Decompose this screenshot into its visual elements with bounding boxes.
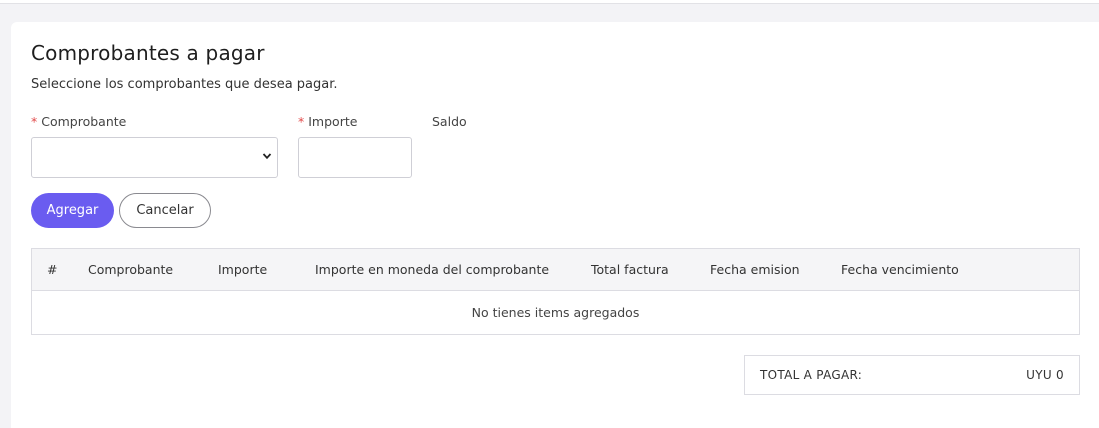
add-button[interactable]: Agregar	[31, 193, 114, 228]
importe-field-label: * Importe	[298, 114, 357, 129]
cancel-button[interactable]: Cancelar	[119, 193, 211, 228]
column-header-index: #	[47, 262, 58, 277]
importe-input[interactable]	[298, 137, 412, 178]
page-subtitle: Seleccione los comprobantes que desea pa…	[31, 77, 338, 92]
comprobante-select[interactable]	[31, 137, 278, 178]
saldo-label: Saldo	[432, 114, 467, 129]
column-header-total-factura: Total factura	[591, 262, 669, 277]
total-summary: TOTAL A PAGAR: UYU 0	[744, 355, 1080, 395]
column-header-fecha-vencimiento: Fecha vencimiento	[841, 262, 959, 277]
column-header-importe: Importe	[218, 262, 268, 277]
comprobantes-card: Comprobantes a pagar Seleccione los comp…	[11, 22, 1099, 428]
chevron-down-icon	[262, 153, 272, 160]
required-marker: *	[31, 114, 38, 129]
total-value: UYU 0	[1026, 368, 1064, 382]
comprobante-field-label: * Comprobante	[31, 114, 126, 129]
column-header-comprobante: Comprobante	[88, 262, 174, 277]
column-header-fecha-emision: Fecha emision	[710, 262, 800, 277]
total-label: TOTAL A PAGAR:	[760, 368, 863, 382]
table-empty-message: No tienes items agregados	[471, 305, 640, 320]
comprobante-label-text: Comprobante	[41, 114, 127, 129]
comprobantes-table: # Comprobante Importe Importe en moneda …	[31, 248, 1080, 335]
importe-label-text: Importe	[308, 114, 358, 129]
required-marker: *	[298, 114, 305, 129]
top-panel-edge	[0, 0, 1099, 4]
column-header-importe-moneda: Importe en moneda del comprobante	[315, 262, 550, 277]
page-title: Comprobantes a pagar	[31, 41, 265, 65]
table-header: # Comprobante Importe Importe en moneda …	[32, 249, 1079, 291]
